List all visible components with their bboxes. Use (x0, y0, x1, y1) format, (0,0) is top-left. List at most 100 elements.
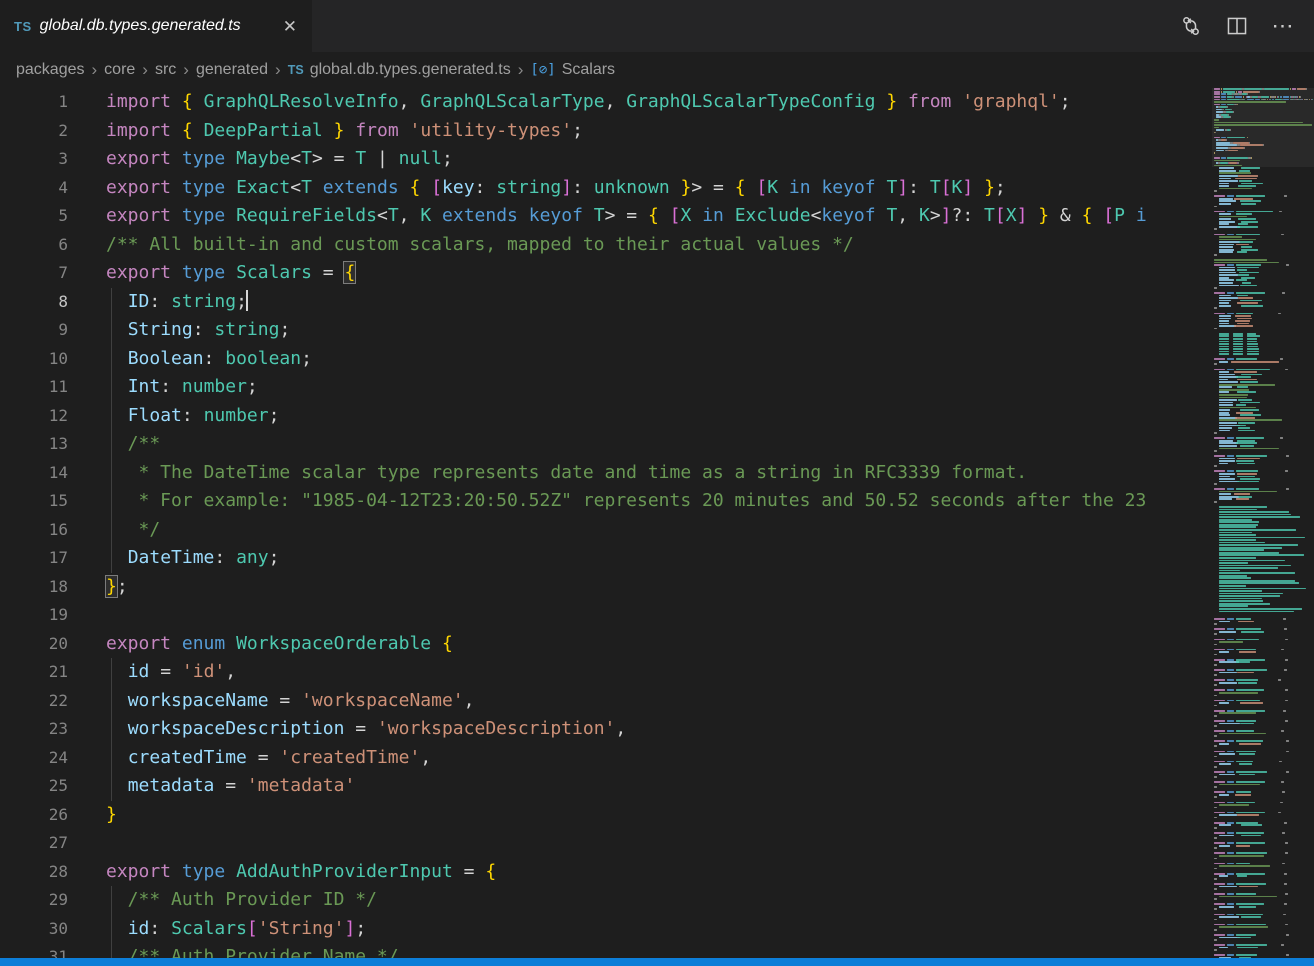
code-editor[interactable]: 1import { GraphQLResolveInfo, GraphQLSca… (0, 88, 1212, 958)
code-line[interactable]: 15 * For example: "1985-04-12T23:20:50.5… (0, 487, 1212, 516)
line-number[interactable]: 13 (0, 430, 68, 459)
line-number[interactable]: 16 (0, 516, 68, 545)
code-line[interactable]: 27 (0, 829, 1212, 858)
line-number[interactable]: 24 (0, 744, 68, 773)
code-line[interactable]: 31 /** Auth Provider Name */ (0, 943, 1212, 958)
code-line[interactable]: 9 String: string; (0, 316, 1212, 345)
breadcrumb-item-file[interactable]: global.db.types.generated.ts (310, 61, 511, 79)
indent-guide (111, 402, 112, 431)
line-number[interactable]: 1 (0, 88, 68, 117)
code-token (431, 633, 442, 654)
code-line[interactable]: 3export type Maybe<T> = T | null; (0, 145, 1212, 174)
code-line[interactable]: 1import { GraphQLResolveInfo, GraphQLSca… (0, 88, 1212, 117)
code-line[interactable]: 12 Float: number; (0, 402, 1212, 431)
breadcrumb-item-core[interactable]: core (104, 61, 135, 79)
line-number[interactable]: 31 (0, 943, 68, 958)
line-number[interactable]: 5 (0, 202, 68, 231)
code-line[interactable]: 21 id = 'id', (0, 658, 1212, 687)
code-token: > = (312, 148, 355, 169)
line-number[interactable]: 9 (0, 316, 68, 345)
line-number[interactable]: 7 (0, 259, 68, 288)
line-number[interactable]: 26 (0, 801, 68, 830)
breadcrumb-item-src[interactable]: src (155, 61, 176, 79)
vscode-editor-window: TS global.db.types.generated.ts ✕ (0, 0, 1314, 966)
code-line[interactable]: 4export type Exact<T extends { [key: str… (0, 174, 1212, 203)
line-number[interactable]: 15 (0, 487, 68, 516)
line-number[interactable]: 4 (0, 174, 68, 203)
tab-global-db-types-generated[interactable]: TS global.db.types.generated.ts ✕ (0, 0, 312, 52)
code-token: , (464, 690, 475, 711)
line-number[interactable]: 18 (0, 573, 68, 602)
code-line[interactable]: 29 /** Auth Provider ID */ (0, 886, 1212, 915)
code-token: 'String' (258, 918, 345, 939)
code-line[interactable]: 18}; (0, 573, 1212, 602)
line-number[interactable]: 3 (0, 145, 68, 174)
breadcrumb-item-generated[interactable]: generated (196, 61, 268, 79)
line-number[interactable]: 14 (0, 459, 68, 488)
line-number[interactable]: 29 (0, 886, 68, 915)
line-number[interactable]: 11 (0, 373, 68, 402)
code-line[interactable]: 10 Boolean: boolean; (0, 345, 1212, 374)
code-token: T (301, 177, 312, 198)
minimap[interactable] (1212, 88, 1314, 958)
code-line-content: /** (106, 430, 160, 459)
code-line[interactable]: 28export type AddAuthProviderInput = { (0, 858, 1212, 887)
line-number[interactable]: 6 (0, 231, 68, 260)
code-line[interactable]: 17 DateTime: any; (0, 544, 1212, 573)
line-number[interactable]: 10 (0, 345, 68, 374)
code-line[interactable]: 26} (0, 801, 1212, 830)
code-token: } (106, 804, 117, 825)
code-line[interactable]: 8 ID: string; (0, 288, 1212, 317)
line-number[interactable]: 25 (0, 772, 68, 801)
code-token: id (128, 661, 150, 682)
code-token: any (236, 547, 269, 568)
line-number[interactable]: 8 (0, 288, 68, 317)
line-number[interactable]: 2 (0, 117, 68, 146)
code-line[interactable]: 5export type RequireFields<T, K extends … (0, 202, 1212, 231)
line-number[interactable]: 23 (0, 715, 68, 744)
line-number[interactable]: 22 (0, 687, 68, 716)
indent-guide (111, 744, 112, 773)
line-number[interactable]: 28 (0, 858, 68, 887)
code-token (778, 177, 789, 198)
breadcrumb-item-packages[interactable]: packages (16, 61, 85, 79)
code-token: ; (995, 177, 1006, 198)
line-number[interactable]: 19 (0, 601, 68, 630)
code-line[interactable]: 6/** All built-in and custom scalars, ma… (0, 231, 1212, 260)
more-actions-icon[interactable]: ⋯ (1272, 15, 1294, 37)
code-token: { (648, 205, 659, 226)
code-token: import (106, 91, 171, 112)
code-token: K (952, 177, 963, 198)
code-line[interactable]: 30 id: Scalars['String']; (0, 915, 1212, 944)
line-number[interactable]: 30 (0, 915, 68, 944)
code-line[interactable]: 24 createdTime = 'createdTime', (0, 744, 1212, 773)
breadcrumb-item-symbol[interactable]: Scalars (562, 61, 615, 79)
code-line[interactable]: 22 workspaceName = 'workspaceName', (0, 687, 1212, 716)
code-line[interactable]: 11 Int: number; (0, 373, 1212, 402)
code-line[interactable]: 20export enum WorkspaceOrderable { (0, 630, 1212, 659)
code-line[interactable]: 25 metadata = 'metadata' (0, 772, 1212, 801)
code-token (106, 918, 128, 939)
split-editor-icon[interactable] (1226, 15, 1248, 37)
code-line[interactable]: 23 workspaceDescription = 'workspaceDesc… (0, 715, 1212, 744)
code-token (225, 148, 236, 169)
line-number[interactable]: 12 (0, 402, 68, 431)
code-line[interactable]: 2import { DeepPartial } from 'utility-ty… (0, 117, 1212, 146)
code-line[interactable]: 13 /** (0, 430, 1212, 459)
code-token: } (1038, 205, 1049, 226)
status-bar[interactable] (0, 958, 1314, 966)
code-token (225, 205, 236, 226)
code-token (106, 291, 128, 312)
code-line[interactable]: 14 * The DateTime scalar type represents… (0, 459, 1212, 488)
indent-guide (111, 943, 112, 958)
code-line[interactable]: 7export type Scalars = { (0, 259, 1212, 288)
line-number[interactable]: 20 (0, 630, 68, 659)
line-number[interactable]: 21 (0, 658, 68, 687)
line-number[interactable]: 17 (0, 544, 68, 573)
line-number[interactable]: 27 (0, 829, 68, 858)
code-line[interactable]: 16 */ (0, 516, 1212, 545)
code-line[interactable]: 19 (0, 601, 1212, 630)
code-token: { (1082, 205, 1093, 226)
tab-close-icon[interactable]: ✕ (280, 17, 300, 36)
open-changes-icon[interactable] (1180, 15, 1202, 37)
